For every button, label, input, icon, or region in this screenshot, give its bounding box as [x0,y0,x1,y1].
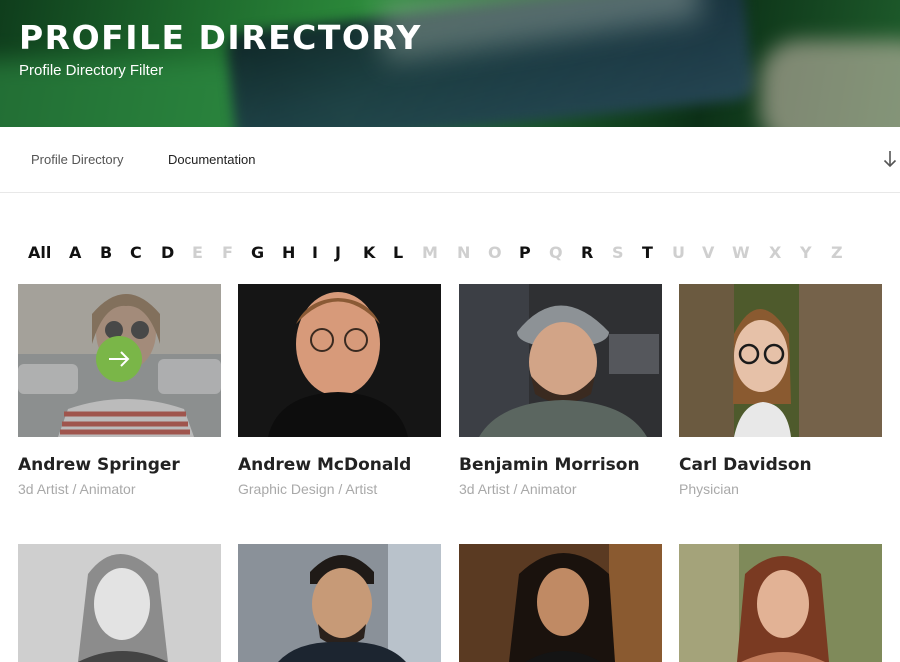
profile-card[interactable]: Benjamin Morrison 3d Artist / Animator [459,284,662,504]
profile-name[interactable]: Carl Davidson [679,455,812,475]
letter-filter-c[interactable]: C [130,243,142,262]
letter-filter-z: Z [831,243,843,262]
letter-filter-y: Y [800,243,812,262]
letter-filter-h[interactable]: H [282,243,295,262]
letter-filter-j[interactable]: J [335,243,341,262]
letter-filter-i[interactable]: I [312,243,318,262]
profile-photo[interactable] [679,544,882,662]
letter-filter-b[interactable]: B [100,243,112,262]
letter-filter-x: X [769,243,782,262]
profile-card[interactable]: Andrew McDonald Graphic Design / Artist [238,284,441,504]
letter-filter-m: M [422,243,438,262]
profile-card[interactable] [238,544,441,662]
profile-photo[interactable] [679,284,882,437]
letter-filter-u: U [672,243,685,262]
view-profile-button[interactable] [96,336,142,382]
hero-header: PROFILE DIRECTORY Profile Directory Filt… [0,0,900,127]
letter-filter-e: E [192,243,203,262]
profile-photo[interactable] [18,284,221,437]
letter-filter-t[interactable]: T [642,243,653,262]
letter-filter-l[interactable]: L [393,243,403,262]
profile-name[interactable]: Andrew McDonald [238,455,411,475]
profile-card[interactable]: Carl Davidson Physician [679,284,882,504]
profile-card[interactable] [679,544,882,662]
profile-role: 3d Artist / Animator [459,481,577,497]
letter-filter-all[interactable]: All [28,243,51,262]
letter-filter-g[interactable]: G [251,243,264,262]
profile-photo[interactable] [18,544,221,662]
arrow-right-icon [109,351,130,367]
letter-filter-o: O [488,243,502,262]
letter-filter-v: V [702,243,715,262]
arrow-down-icon[interactable] [881,148,899,170]
profile-photo[interactable] [238,284,441,437]
hero-background-hand [760,40,900,127]
nav-link-profile-directory[interactable]: Profile Directory [31,152,123,167]
letter-filter-w: W [732,243,750,262]
page-subtitle: Profile Directory Filter [19,62,164,79]
profile-card[interactable] [18,544,221,662]
profile-photo[interactable] [459,544,662,662]
letter-filter-p[interactable]: P [519,243,531,262]
profile-photo[interactable] [238,544,441,662]
profile-card[interactable] [459,544,662,662]
profile-name[interactable]: Benjamin Morrison [459,455,640,475]
nav-link-documentation[interactable]: Documentation [168,152,255,167]
letter-filter-n: N [457,243,471,262]
letter-filter-s: S [612,243,624,262]
profile-role: Physician [679,481,739,497]
letter-filter-f: F [222,243,233,262]
top-navigation: Profile Directory Documentation [0,127,900,193]
profile-photo[interactable] [459,284,662,437]
letter-filter-q: Q [549,243,563,262]
letter-filter-a[interactable]: A [69,243,81,262]
page-title: PROFILE DIRECTORY [19,18,422,57]
profile-role: 3d Artist / Animator [18,481,136,497]
profile-role: Graphic Design / Artist [238,481,378,497]
letter-filter-r[interactable]: R [581,243,593,262]
profile-name[interactable]: Andrew Springer [18,455,180,475]
profile-card[interactable]: Andrew Springer 3d Artist / Animator [18,284,221,504]
letter-filter-d[interactable]: D [161,243,174,262]
letter-filter-k[interactable]: K [363,243,375,262]
